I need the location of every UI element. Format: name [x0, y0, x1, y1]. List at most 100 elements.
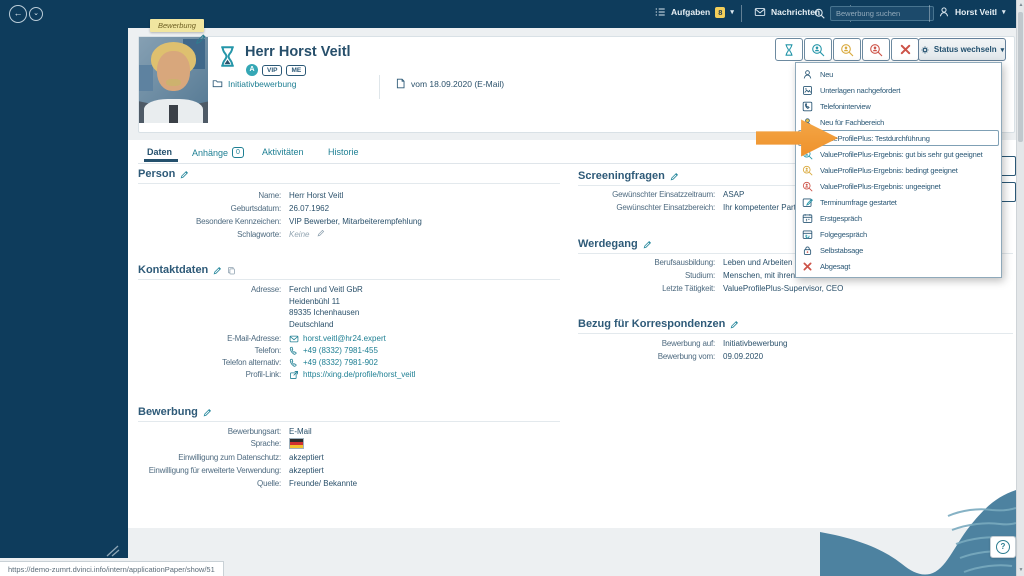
field-value: akzeptiert — [289, 465, 324, 477]
scroll-down-icon[interactable]: ▼ — [1017, 567, 1024, 573]
edit-photo-pencil-icon[interactable] — [195, 33, 207, 45]
phone-link[interactable]: +49 (8332) 7981-455 — [303, 345, 378, 357]
section-kontaktdaten-header: Kontaktdaten — [138, 264, 236, 276]
calendar-repeat-icon — [802, 229, 813, 240]
task-list-icon — [654, 6, 666, 18]
folder-icon — [212, 78, 223, 89]
applicant-name: Herr Horst Veitl — [245, 44, 351, 60]
search-input[interactable] — [830, 6, 934, 21]
field-label: Schlagworte: — [138, 229, 281, 241]
status-option-ergebnis-ungeeignet[interactable]: ValueProfilePlus-Ergebnis: ungeeignet — [796, 178, 1001, 194]
edit-pencil-icon[interactable] — [730, 320, 739, 329]
messages-label: Nachrichten — [771, 7, 820, 17]
lock-icon — [802, 245, 813, 256]
edit-pencil-icon[interactable] — [670, 172, 679, 181]
status-option-ergebnis-bedingt-geeignet[interactable]: ValueProfilePlus-Ergebnis: bedingt geeig… — [796, 162, 1001, 178]
gear-icon — [920, 45, 930, 55]
candidate-search-teal-icon — [811, 43, 825, 57]
edit-pencil-icon[interactable] — [213, 266, 222, 275]
tasks-label: Aufgaben — [671, 7, 710, 17]
status-option-abgesagt[interactable]: Abgesagt — [796, 258, 1001, 274]
back-arrow-icon[interactable]: ← — [9, 5, 27, 23]
messages-menu[interactable]: Nachrichten — [754, 6, 820, 18]
status-url-bar: https://demo-zumrt.dvinci.info/intern/ap… — [0, 561, 224, 576]
envelope-icon — [289, 334, 299, 344]
calendar-icon — [802, 213, 813, 224]
status-option-terminumfrage-gestartet[interactable]: Terminumfrage gestartet — [796, 194, 1001, 210]
person-icon — [802, 69, 813, 80]
phone-icon — [289, 358, 299, 368]
tasks-count-badge: 8 — [715, 7, 725, 18]
field-value: akzeptiert — [289, 452, 324, 464]
tab-historie[interactable]: Historie — [328, 147, 359, 157]
status-caret-icon: ▾ — [1001, 46, 1005, 54]
document-icon — [395, 78, 406, 89]
field-label: Studium: — [578, 270, 715, 282]
document-icon — [802, 85, 813, 96]
edit-pencil-icon[interactable] — [203, 408, 212, 417]
sidebar — [0, 28, 128, 558]
scrollbar[interactable]: ▲ ▼ — [1016, 0, 1024, 576]
field-label: Profil-Link: — [138, 369, 281, 381]
phone-alt-link[interactable]: +49 (8332) 7981-902 — [303, 357, 378, 369]
field-value: E-Mail — [289, 426, 312, 438]
logo-tooltip: Bewerbung — [150, 19, 204, 32]
status-hourglass-icon — [215, 43, 240, 70]
status-option-telefoninterview[interactable]: Telefoninterview — [796, 98, 1001, 114]
status-option-folgegespraech[interactable]: Folgegespräch — [796, 226, 1001, 242]
tab-aktivitaeten[interactable]: Aktivitäten — [262, 147, 304, 157]
field-label: Name: — [138, 190, 281, 202]
tab-daten[interactable]: Daten — [147, 147, 172, 157]
status-hourglass-button[interactable] — [775, 38, 803, 61]
status-option-ergebnis-gut-geeignet[interactable]: ValueProfilePlus-Ergebnis: gut bis sehr … — [796, 146, 1001, 162]
field-label: Quelle: — [138, 478, 281, 490]
email-link[interactable]: horst.veitl@hr24.expert — [303, 333, 386, 345]
status-wechseln-button[interactable]: Status wechseln ▾ — [918, 38, 1006, 61]
profile-link[interactable]: https://xing.de/profile/horst_veitl — [303, 369, 416, 381]
back-history-caret-icon[interactable]: ⌄ — [29, 7, 43, 21]
result-positive-button[interactable] — [804, 38, 832, 61]
address-block: Ferchl und Veitl GbR Heidenbühl 11 89335… — [289, 284, 363, 330]
application-type-link[interactable]: Initiativbewerbung — [228, 79, 297, 89]
app-root: ← ⌄ Aufgaben 8 ▾ Nachrichten Horst Veitl… — [0, 0, 1024, 576]
help-button[interactable]: ? — [990, 536, 1016, 558]
status-dropdown-menu: Neu Unterlagen nachgefordert Telefoninte… — [795, 62, 1002, 278]
status-option-neu-fuer-fachbereich[interactable]: Neu für Fachbereich — [796, 114, 1001, 130]
user-name: Horst Veitl — [955, 7, 997, 17]
field-label: Letzte Tätigkeit: — [578, 283, 715, 295]
edit-pencil-icon[interactable] — [180, 170, 189, 179]
me-badge: ME — [286, 65, 306, 76]
scrollbar-thumb[interactable] — [1018, 12, 1023, 142]
field-label: Adresse: — [138, 284, 281, 330]
hourglass-icon — [782, 43, 796, 57]
status-option-neu[interactable]: Neu — [796, 66, 1001, 82]
field-label: Berufsausbildung: — [578, 257, 715, 269]
back-navigation[interactable]: ← ⌄ — [9, 5, 43, 23]
sidebar-resize-handle[interactable] — [103, 544, 121, 558]
status-option-unterlagen-nachgefordert[interactable]: Unterlagen nachgefordert — [796, 82, 1001, 98]
edit-pencil-icon[interactable] — [317, 229, 325, 237]
status-option-selbstabsage[interactable]: Selbstabsage — [796, 242, 1001, 258]
candidate-search-red-icon — [802, 181, 813, 192]
result-neutral-button[interactable] — [833, 38, 861, 61]
field-value: ASAP — [723, 189, 744, 201]
application-received-date: vom 18.09.2020 (E-Mail) — [411, 79, 504, 89]
rejected-x-icon — [802, 261, 813, 272]
copy-icon[interactable] — [227, 266, 236, 275]
field-label: Bewerbung auf: — [578, 338, 715, 350]
field-value: Leben und Arbeiten — [723, 257, 792, 269]
result-negative-button[interactable] — [862, 38, 890, 61]
edit-pencil-icon[interactable] — [643, 240, 652, 249]
status-button-label: Status wechseln — [934, 45, 997, 54]
status-option-erstgespraech[interactable]: Erstgespräch — [796, 210, 1001, 226]
tasks-menu[interactable]: Aufgaben 8 ▾ — [654, 6, 734, 18]
field-value: Initiativbewerbung — [723, 338, 787, 350]
user-menu[interactable]: Horst Veitl ▾ — [938, 6, 1006, 18]
envelope-icon — [754, 6, 766, 18]
initial-badge: A — [246, 64, 258, 76]
scroll-up-icon[interactable]: ▲ — [1017, 2, 1024, 8]
tab-anhaenge[interactable]: Anhänge 0 — [192, 147, 244, 158]
tasks-caret-icon: ▾ — [730, 8, 734, 16]
calendar-edit-icon — [802, 197, 813, 208]
reject-button[interactable] — [891, 38, 919, 61]
